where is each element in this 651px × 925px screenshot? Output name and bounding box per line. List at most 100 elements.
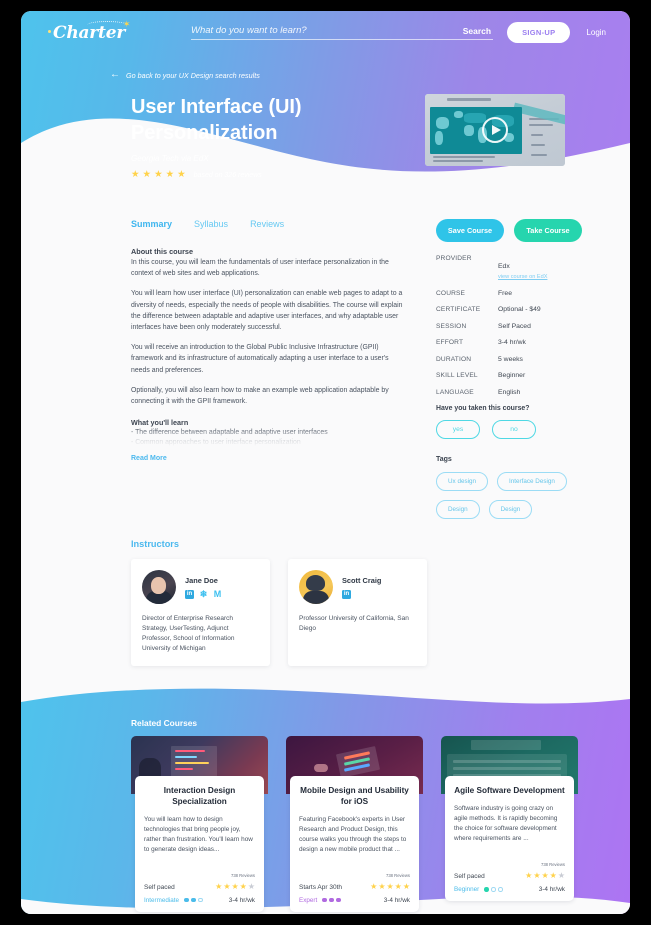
course-card-stars: ★ ★ ★ ★ ★	[370, 881, 410, 891]
meta-value: Self Paced	[498, 322, 531, 330]
answer-no-button[interactable]: no	[492, 420, 536, 439]
course-card-stars: ★ ★ ★ ★ ★	[215, 881, 255, 891]
level-dots	[484, 887, 503, 892]
social-links: in ❄ M	[185, 589, 222, 599]
read-more-link[interactable]: Read More	[131, 455, 167, 462]
course-card-effort: 3-4 hr/wk	[538, 885, 565, 893]
search-button[interactable]: Search	[455, 26, 493, 37]
related-courses-heading: Related Courses	[131, 718, 198, 729]
back-link[interactable]: ← Go back to your UX Design search resul…	[21, 54, 630, 80]
meta-row: DURATION 5 weeks	[436, 356, 582, 363]
meta-row: COURSE Free	[436, 290, 582, 297]
meta-key: CERTIFICATE	[436, 306, 481, 313]
signup-button[interactable]: SIGN-UP	[507, 22, 571, 43]
meta-row: SESSION Self Paced	[436, 323, 582, 330]
star-icon: ★	[525, 870, 533, 880]
meta-value-wrap: Edx view course on EdX	[498, 255, 547, 280]
twitter-icon[interactable]: ❄	[199, 589, 208, 599]
fade-overlay	[131, 428, 406, 448]
linkedin-icon[interactable]: in	[185, 589, 194, 599]
star-icon: ★	[165, 169, 175, 180]
course-video-thumbnail[interactable]	[425, 94, 565, 166]
video-world-map	[430, 107, 522, 154]
tag-chip[interactable]: Design	[436, 500, 480, 519]
play-icon[interactable]	[482, 117, 508, 143]
course-card[interactable]: Agile Software Development Software indu…	[441, 736, 578, 911]
instructor-card: Scott Craig in Professor University of C…	[288, 559, 427, 667]
cta-buttons: Save Course Take Course	[436, 211, 582, 242]
star-icon: ★	[177, 169, 186, 180]
medium-icon[interactable]: M	[213, 589, 222, 599]
view-course-link[interactable]: view course on EdX	[498, 274, 547, 280]
video-sketch-line	[433, 160, 483, 162]
tag-chip[interactable]: Ux design	[436, 472, 489, 491]
star-icon: ★	[533, 870, 541, 880]
meta-value: Optional - $49	[498, 306, 541, 313]
login-link[interactable]: Login	[586, 28, 606, 37]
social-links: in	[342, 589, 381, 599]
star-icon: ★	[131, 169, 140, 180]
meta-value: 5 weeks	[498, 355, 523, 363]
meta-row: CERTIFICATE Optional - $49	[436, 306, 582, 313]
star-icon: ★	[370, 881, 378, 891]
meta-value: Free	[498, 289, 512, 297]
avatar	[299, 570, 333, 604]
star-icon: ★	[215, 881, 223, 891]
video-sketch-line	[531, 134, 543, 136]
course-card-reviews: 738 Reviews	[231, 872, 255, 878]
tag-chip[interactable]: Interface Design	[497, 472, 567, 491]
star-icon: ★	[239, 881, 247, 891]
tab-syllabus[interactable]: Syllabus	[194, 219, 228, 229]
course-card[interactable]: Interaction Design Specialization You wi…	[131, 736, 268, 912]
course-card-paced: Self paced	[144, 883, 175, 891]
meta-key: LANGUAGE	[436, 388, 474, 396]
instructors-heading: Instructors	[131, 539, 179, 549]
save-course-button[interactable]: Save Course	[436, 219, 504, 242]
course-card-reviews: 738 Reviews	[386, 872, 410, 878]
search-input[interactable]	[191, 25, 455, 37]
instructor-name: Jane Doe	[185, 575, 218, 585]
linkedin-icon[interactable]: in	[342, 589, 351, 599]
course-card-title: Mobile Design and Usability for iOS	[300, 786, 409, 807]
instructors-list: Jane Doe in ❄ M Director of Enterprise R…	[21, 549, 630, 667]
course-card-level: Beginner	[454, 885, 480, 893]
course-card-title: Agile Software Development	[454, 786, 565, 796]
take-course-button[interactable]: Take Course	[514, 219, 582, 242]
star-icon: ★	[557, 870, 565, 880]
meta-value: Edx	[498, 263, 510, 270]
taken-question: Have you taken this course?	[436, 405, 530, 412]
star-icon: ★	[223, 881, 231, 891]
course-card-desc: Featuring Facebook's experts in User Res…	[299, 815, 407, 853]
course-card-reviews: 738 Reviews	[541, 861, 565, 867]
star-icon: ★	[394, 881, 402, 891]
instructor-card: Jane Doe in ❄ M Director of Enterprise R…	[131, 559, 270, 667]
about-paragraph: You will receive an introduction to the …	[131, 344, 389, 374]
logo-dot-icon	[48, 29, 51, 33]
course-card-title: Interaction Design Specialization	[163, 786, 236, 807]
meta-key: DURATION	[436, 355, 472, 363]
meta-key: SESSION	[436, 322, 467, 330]
course-card[interactable]: Mobile Design and Usability for iOS Feat…	[286, 736, 423, 912]
star-icon: ★	[386, 881, 394, 891]
tab-summary[interactable]: Summary	[131, 219, 172, 229]
about-paragraph: You will learn how user interface (UI) p…	[131, 290, 403, 331]
instructor-bio: Director of Enterprise Research Strategy…	[142, 615, 235, 653]
tag-chip[interactable]: Design	[488, 500, 533, 519]
taken-answer-buttons: yes no	[436, 420, 582, 439]
logo[interactable]: ✶ Charter	[47, 19, 133, 45]
summary-column: Summary Syllabus Reviews About this cour…	[131, 211, 406, 519]
video-sketch-line	[531, 144, 545, 146]
course-card-effort: 3-4 hr/wk	[228, 896, 255, 904]
star-icon: ★	[247, 881, 255, 891]
star-icon: ★	[541, 870, 549, 880]
about-paragraph: Optionally, you will also learn how to m…	[131, 386, 389, 405]
tab-reviews[interactable]: Reviews	[250, 219, 284, 229]
star-icon: ★	[142, 169, 152, 180]
search-bar: Search	[191, 25, 494, 40]
learn-items-faded: - The difference between adaptable and a…	[131, 428, 406, 448]
course-meta-list: PROVIDER Edx view course on EdX COURSE F…	[436, 255, 582, 396]
related-courses-list: Interaction Design Specialization You wi…	[21, 728, 630, 912]
star-icon: ★	[154, 169, 163, 180]
answer-yes-button[interactable]: yes	[436, 420, 480, 439]
meta-key: SKILL LEVEL	[436, 372, 478, 379]
